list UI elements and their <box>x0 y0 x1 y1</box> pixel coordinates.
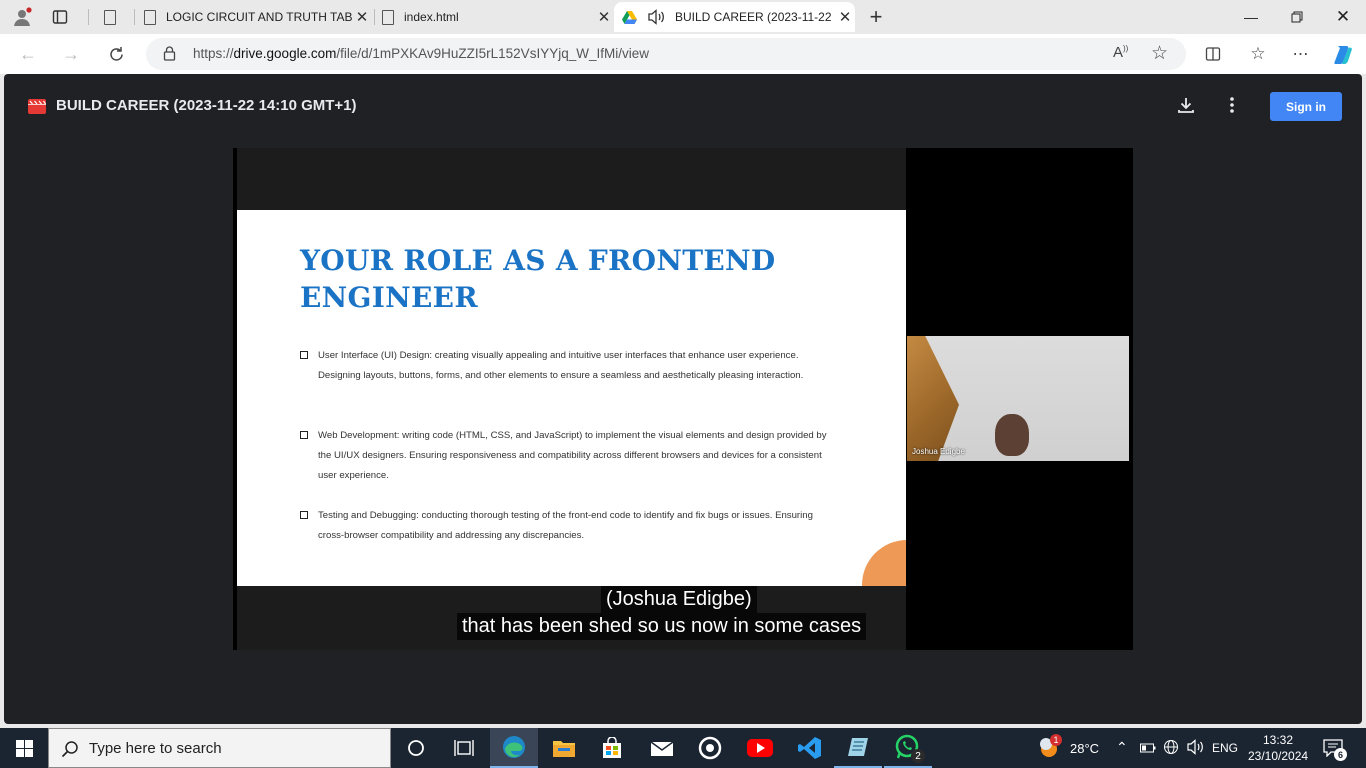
tab-label: LOGIC CIRCUIT AND TRUTH TABL <box>166 10 352 24</box>
restore-icon[interactable] <box>1282 6 1312 28</box>
document-icon <box>144 9 156 25</box>
file-explorer-icon[interactable] <box>540 728 588 768</box>
windows-taskbar: Type here to search 2 1 28°C ⌃ ENG 13:32… <box>0 728 1366 768</box>
presentation-slide: YOUR ROLE AS A FRONTEND ENGINEER User In… <box>237 210 906 586</box>
participant-webcam: Joshua Edigbe <box>907 336 1129 461</box>
video-player[interactable]: YOUR ROLE AS A FRONTEND ENGINEER User In… <box>233 148 1133 650</box>
whatsapp-badge: 2 <box>911 749 925 763</box>
forward-icon[interactable]: → <box>58 42 84 66</box>
notification-center-icon[interactable]: 6 <box>1323 739 1347 761</box>
tab-logic-circuit[interactable]: LOGIC CIRCUIT AND TRUTH TABL ✕ <box>136 2 372 32</box>
download-icon[interactable] <box>1176 95 1196 120</box>
battery-icon[interactable] <box>1140 742 1156 757</box>
weather-temp[interactable]: 28°C <box>1070 741 1099 756</box>
new-tab-icon[interactable]: + <box>864 4 888 29</box>
checkbox-bullet-icon <box>300 351 308 359</box>
slide-bullet: Testing and Debugging: conducting thorou… <box>300 506 840 546</box>
notification-count: 6 <box>1334 748 1347 761</box>
checkbox-bullet-icon <box>300 431 308 439</box>
microsoft-store-icon[interactable] <box>588 728 636 768</box>
edge-app-icon[interactable] <box>490 728 538 768</box>
taskbar-search-box[interactable]: Type here to search <box>48 728 391 768</box>
more-vert-icon[interactable] <box>1228 96 1236 119</box>
vscode-icon[interactable] <box>786 728 834 768</box>
url-domain: drive.google.com <box>233 46 337 61</box>
volume-icon[interactable] <box>1186 739 1204 758</box>
windows-start-icon[interactable] <box>0 728 48 768</box>
language-indicator[interactable]: ENG <box>1212 741 1238 755</box>
close-tab-icon[interactable]: ✕ <box>352 8 372 26</box>
weather-badge: 1 <box>1050 734 1062 746</box>
document-icon <box>382 9 394 25</box>
participant-figure <box>995 414 1029 456</box>
more-options-icon[interactable]: ⋯ <box>1288 42 1314 66</box>
pinned-tab-doc-icon[interactable] <box>98 6 122 28</box>
speaker-icon[interactable] <box>647 9 665 25</box>
search-icon <box>61 740 79 763</box>
back-icon[interactable]: ← <box>15 42 41 66</box>
clock-time: 13:32 <box>1262 733 1294 747</box>
whatsapp-icon[interactable]: 2 <box>884 728 932 768</box>
favorite-star-icon[interactable]: ☆ <box>1151 42 1168 65</box>
lock-icon[interactable] <box>163 46 176 66</box>
notepad-app-icon[interactable] <box>834 728 882 768</box>
copilot-icon[interactable] <box>1330 42 1356 66</box>
clock-date: 23/10/2024 <box>1248 749 1309 763</box>
sign-in-button[interactable]: Sign in <box>1270 92 1342 121</box>
refresh-icon[interactable] <box>103 42 129 66</box>
network-globe-icon[interactable] <box>1163 739 1179 758</box>
close-tab-icon[interactable]: ✕ <box>835 8 855 26</box>
chevron-up-icon[interactable]: ⌃ <box>1116 739 1128 756</box>
youtube-icon[interactable] <box>736 728 784 768</box>
url-bar[interactable]: https://drive.google.com/file/d/1mPXKAv9… <box>146 38 1186 70</box>
cortana-icon[interactable] <box>392 728 440 768</box>
media-player-icon[interactable] <box>686 728 734 768</box>
clock[interactable]: 13:32 23/10/2024 <box>1248 732 1308 764</box>
decorative-circle <box>862 540 906 586</box>
participant-name: Joshua Edigbe <box>912 447 965 456</box>
slide-bullet: User Interface (UI) Design: creating vis… <box>300 346 840 386</box>
weather-icon[interactable]: 1 <box>1038 734 1062 764</box>
browser-tab-bar: LOGIC CIRCUIT AND TRUTH TABL ✕ index.htm… <box>0 0 1366 34</box>
slide-bullet: Web Development: writing code (HTML, CSS… <box>300 426 840 486</box>
task-view-icon[interactable] <box>440 728 488 768</box>
tab-build-career[interactable]: BUILD CAREER (2023-11-22 ✕ <box>614 2 855 32</box>
url-path: /file/d/1mPXKAv9HuZZI5rL152VsIYYjq_W_IfM… <box>336 46 649 61</box>
favorites-icon[interactable]: ☆ <box>1245 42 1271 66</box>
slide-title: YOUR ROLE AS A FRONTEND ENGINEER <box>300 244 776 314</box>
search-placeholder: Type here to search <box>89 740 222 757</box>
tab-actions-icon[interactable] <box>48 6 72 28</box>
url-prefix: https:// <box>193 46 234 61</box>
bullet-text: Web Development: writing code (HTML, CSS… <box>318 430 827 481</box>
caption-speaker: (Joshua Edigbe) <box>601 586 757 613</box>
tab-label: index.html <box>404 10 459 24</box>
address-bar: ← → https://drive.google.com/file/d/1mPX… <box>0 34 1366 74</box>
mail-icon[interactable] <box>638 728 686 768</box>
caption-text: that has been shed so us now in some cas… <box>457 613 867 640</box>
bullet-text: User Interface (UI) Design: creating vis… <box>318 350 804 381</box>
close-tab-icon[interactable]: ✕ <box>594 8 614 26</box>
tab-index-html[interactable]: index.html ✕ <box>374 2 614 32</box>
split-screen-icon[interactable] <box>1200 42 1226 66</box>
webcam-background <box>907 336 959 461</box>
close-window-icon[interactable]: ✕ <box>1328 6 1358 28</box>
read-aloud-icon[interactable]: A)) <box>1113 44 1128 61</box>
video-title: BUILD CAREER (2023-11-22 14:10 GMT+1) <box>56 97 357 114</box>
google-drive-icon <box>622 10 637 24</box>
video-file-icon <box>28 99 46 119</box>
bullet-text: Testing and Debugging: conducting thorou… <box>318 510 813 541</box>
url-text[interactable]: https://drive.google.com/file/d/1mPXKAv9… <box>193 46 649 61</box>
minimize-icon[interactable]: — <box>1236 6 1266 28</box>
checkbox-bullet-icon <box>300 511 308 519</box>
profile-icon[interactable] <box>10 6 34 28</box>
drive-video-viewer: BUILD CAREER (2023-11-22 14:10 GMT+1) Si… <box>4 74 1362 724</box>
tab-label: BUILD CAREER (2023-11-22 <box>675 10 832 24</box>
